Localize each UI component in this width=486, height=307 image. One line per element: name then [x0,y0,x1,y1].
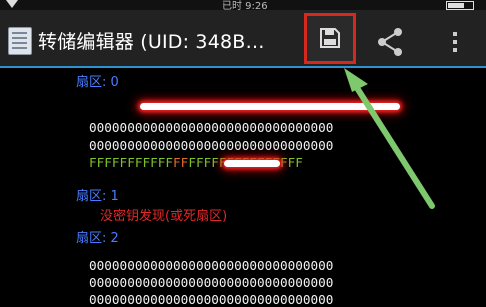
share-icon [378,28,402,56]
hex-row[interactable]: 00000000000000000000000000000000 [89,120,333,135]
save-button[interactable] [304,13,356,64]
hex-row[interactable]: 00000000000000000000000000000000 [89,258,333,273]
sector-label: 扇区: 0 [76,75,119,90]
hex-row[interactable]: 00000000000000000000000000000000 [89,275,333,290]
sector-label: 扇区: 1 [76,189,119,204]
redaction-mark [224,160,280,167]
page-title: 转储编辑器 (UID: 348B… [38,31,265,53]
more-vertical-icon [453,32,457,52]
sector-error-text: 没密钥发现(或死扇区) [100,209,228,224]
trailer-access-bits: FF [173,155,189,170]
overflow-menu-button[interactable] [440,22,470,62]
hex-row[interactable]: 00000000000000000000000000000000 [89,138,333,153]
sector-label: 扇区: 2 [76,231,119,246]
floppy-disk-icon [320,28,340,48]
dump-content[interactable]: 扇区: 0 00000000000000000000000000000000 0… [0,68,486,307]
trailer-key-a: FFFFFFFFFFF [89,155,174,170]
status-bar: 已时 9:26 [0,0,486,12]
wifi-icon [6,0,18,8]
redaction-mark [140,103,400,110]
battery-icon [446,1,474,10]
app-icon [8,27,32,55]
share-button[interactable] [370,22,410,62]
